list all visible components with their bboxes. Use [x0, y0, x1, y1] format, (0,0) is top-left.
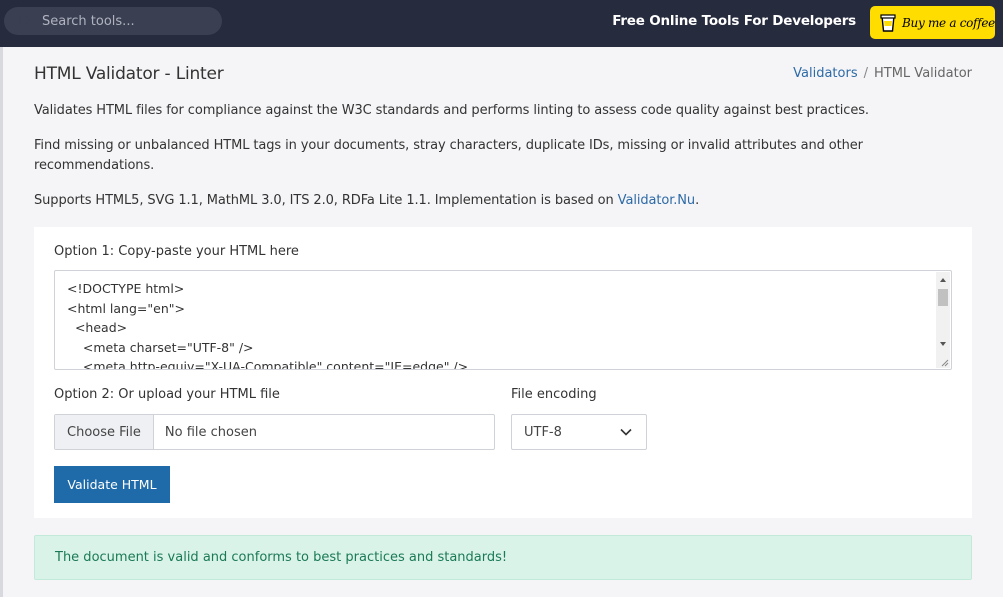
- intro-paragraph-3: Supports HTML5, SVG 1.1, MathML 3.0, ITS…: [34, 191, 934, 211]
- validation-result-alert: The document is valid and conforms to be…: [34, 535, 972, 580]
- coffee-label: Buy me a coffee: [902, 15, 995, 30]
- breadcrumb-separator: /: [863, 66, 868, 81]
- result-message: The document is valid and conforms to be…: [55, 550, 508, 565]
- site-tagline: Free Online Tools For Developers: [612, 13, 856, 29]
- search-box[interactable]: [4, 7, 222, 35]
- choose-file-button[interactable]: Choose File: [55, 415, 154, 449]
- breadcrumb-current: HTML Validator: [874, 66, 972, 81]
- scroll-thumb[interactable]: [938, 289, 948, 306]
- coffee-cup-icon: [880, 13, 896, 32]
- sidebar-edge: [0, 47, 3, 597]
- intro-paragraph-2: Find missing or unbalanced HTML tags in …: [34, 138, 863, 173]
- html-input-textarea[interactable]: <!DOCTYPE html> <html lang="en"> <head> …: [54, 270, 952, 370]
- validate-html-button[interactable]: Validate HTML: [54, 466, 170, 503]
- search-input[interactable]: [42, 13, 212, 29]
- intro-paragraph-1: Validates HTML files for compliance agai…: [34, 103, 869, 118]
- intro-3-text: Supports HTML5, SVG 1.1, MathML 3.0, ITS…: [34, 193, 618, 208]
- textarea-scrollbar[interactable]: [936, 272, 950, 368]
- top-navbar: Free Online Tools For Developers Buy me …: [0, 0, 1003, 47]
- validator-form-card: Option 1: Copy-paste your HTML here <!DO…: [34, 227, 972, 518]
- breadcrumb-validators-link[interactable]: Validators: [793, 66, 857, 81]
- chevron-down-icon: [620, 428, 632, 436]
- search-icon: [18, 14, 30, 26]
- buy-me-a-coffee-button[interactable]: Buy me a coffee: [870, 6, 995, 39]
- scroll-up-arrow-icon[interactable]: [940, 278, 946, 282]
- option2-label: Option 2: Or upload your HTML file: [54, 387, 280, 402]
- option1-label: Option 1: Copy-paste your HTML here: [54, 244, 299, 259]
- encoding-value: UTF-8: [524, 424, 562, 440]
- encoding-label: File encoding: [511, 387, 597, 402]
- breadcrumb: Validators / HTML Validator: [793, 66, 972, 81]
- validator-nu-link[interactable]: Validator.Nu: [618, 193, 695, 208]
- page-title: HTML Validator - Linter: [34, 64, 224, 84]
- intro-3-suffix: .: [695, 193, 700, 208]
- resize-grip-icon[interactable]: [940, 358, 949, 367]
- file-status: No file chosen: [164, 424, 257, 440]
- file-upload-input[interactable]: Choose File No file chosen: [54, 414, 495, 450]
- html-input-content[interactable]: <!DOCTYPE html> <html lang="en"> <head> …: [55, 271, 951, 369]
- scroll-down-arrow-icon[interactable]: [940, 342, 946, 346]
- encoding-select[interactable]: UTF-8: [511, 414, 647, 450]
